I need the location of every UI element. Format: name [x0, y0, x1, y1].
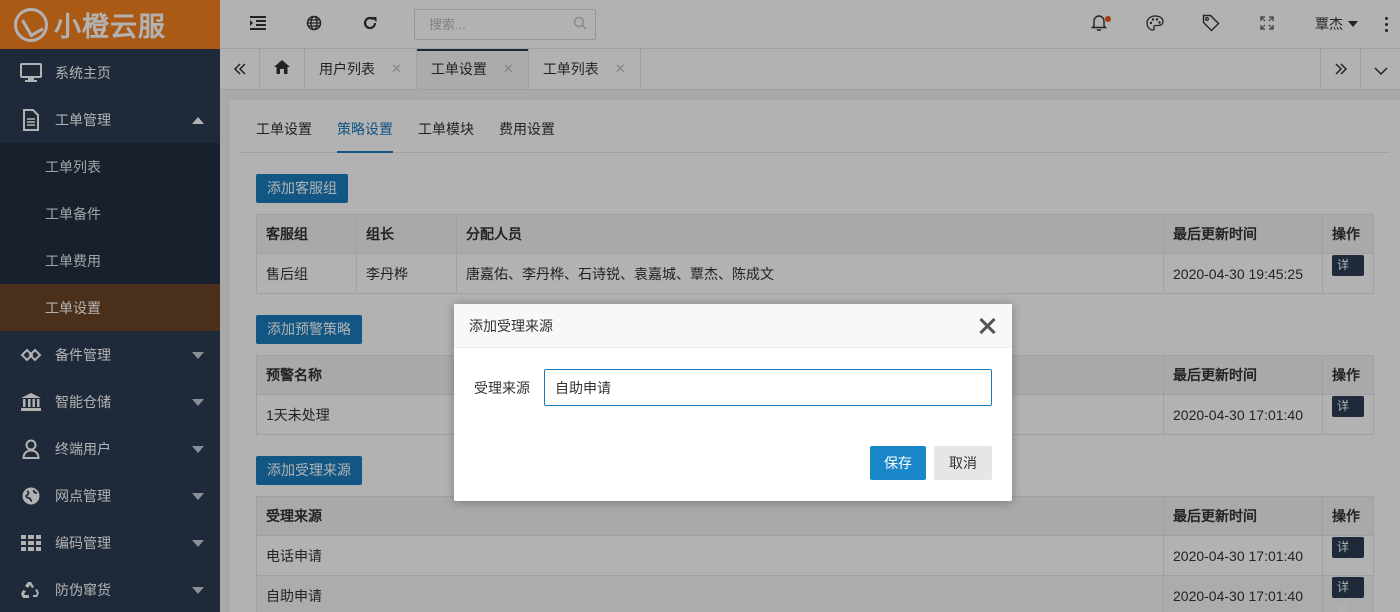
dialog-footer: 保存 取消 — [870, 446, 992, 480]
close-icon[interactable] — [978, 317, 996, 335]
source-field-label: 受理来源 — [474, 379, 530, 396]
dialog-body: 受理来源 — [454, 348, 1012, 406]
save-button[interactable]: 保存 — [870, 446, 926, 480]
cancel-button[interactable]: 取消 — [934, 446, 992, 480]
source-input[interactable] — [544, 369, 992, 406]
dialog-header: 添加受理来源 — [454, 304, 1012, 348]
dialog-title: 添加受理来源 — [469, 317, 553, 334]
add-source-dialog: 添加受理来源 受理来源 保存 取消 — [454, 304, 1012, 501]
